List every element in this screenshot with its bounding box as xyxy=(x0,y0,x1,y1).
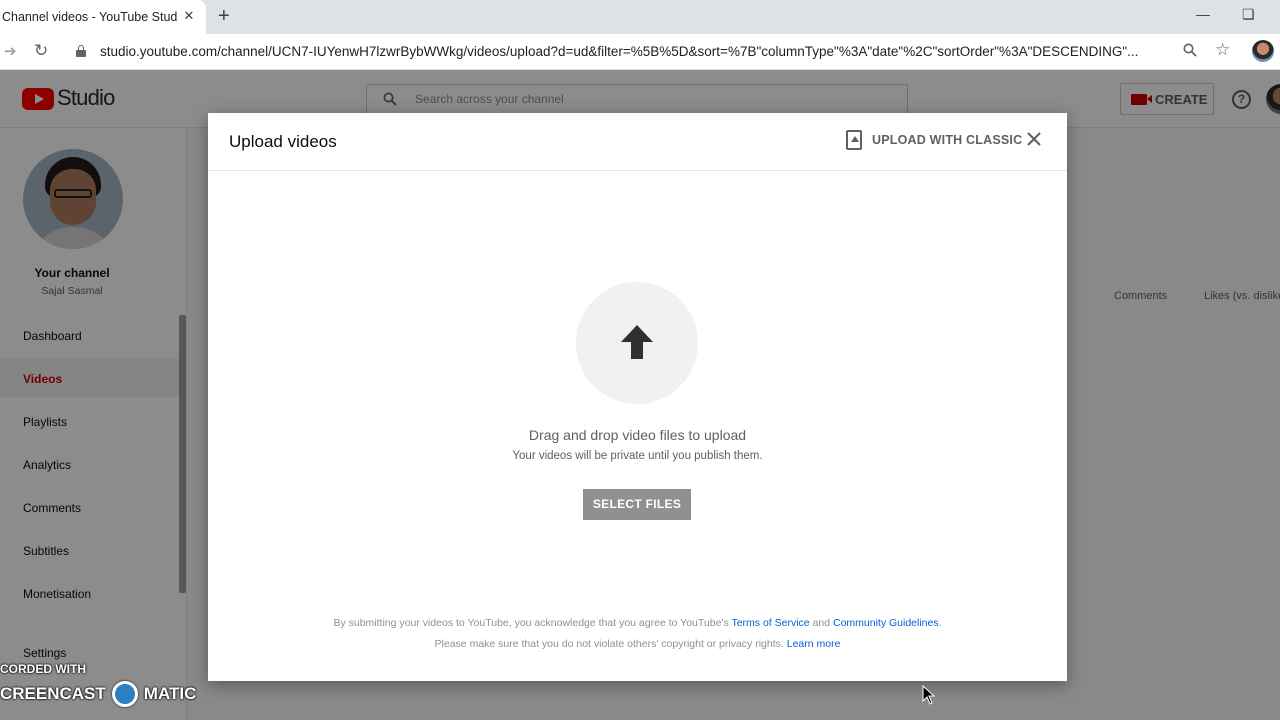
upload-dialog: Upload videos UPLOAD WITH CLASSIC Drag a… xyxy=(208,113,1067,681)
upload-with-classic-button[interactable]: UPLOAD WITH CLASSIC xyxy=(872,133,1022,147)
reload-icon[interactable]: ↻ xyxy=(34,41,48,61)
legal-text: and xyxy=(809,617,833,629)
bookmark-star-icon[interactable]: ☆ xyxy=(1215,40,1230,60)
tab-close-icon[interactable]: ✕ xyxy=(182,9,196,23)
upload-classic-icon[interactable] xyxy=(846,130,862,150)
watermark-text-left: CREENCAST xyxy=(0,684,106,703)
dialog-title: Upload videos xyxy=(229,132,337,151)
legal-notice-1: By submitting your videos to YouTube, yo… xyxy=(208,617,1067,629)
community-guidelines-link[interactable]: Community Guidelines xyxy=(833,617,939,629)
legal-text: . xyxy=(938,617,942,629)
learn-more-link[interactable]: Learn more xyxy=(787,638,841,650)
private-notice-text: Your videos will be private until you pu… xyxy=(512,450,763,462)
close-icon[interactable] xyxy=(1026,131,1042,147)
forward-icon[interactable]: ➔ xyxy=(4,42,17,60)
new-tab-icon[interactable]: + xyxy=(218,6,230,26)
lock-icon[interactable] xyxy=(76,45,86,57)
watermark-line-2: CREENCAST MATIC xyxy=(0,681,196,707)
mouse-cursor-icon xyxy=(922,685,936,705)
upload-arrow-icon xyxy=(621,325,653,359)
restore-icon[interactable]: ❏ xyxy=(1242,6,1255,23)
legal-text: Please make sure that you do not violate… xyxy=(434,638,787,650)
watermark-text-right: MATIC xyxy=(143,684,197,703)
address-bar: ➔ ↻ studio.youtube.com/channel/UCN7-IUYe… xyxy=(0,34,1280,70)
screencast-logo-icon xyxy=(111,681,138,707)
legal-text: By submitting your videos to YouTube, yo… xyxy=(333,617,732,629)
terms-of-service-link[interactable]: Terms of Service xyxy=(731,617,809,629)
select-files-button[interactable]: SELECT FILES xyxy=(583,489,691,520)
zoom-icon[interactable] xyxy=(1183,43,1197,57)
browser-tab[interactable]: Channel videos - YouTube Studio ✕ xyxy=(0,0,206,34)
browser-profile-avatar[interactable] xyxy=(1252,40,1274,62)
browser-tab-bar: Channel videos - YouTube Studio ✕ + — ❏ xyxy=(0,0,1280,34)
legal-notice-2: Please make sure that you do not violate… xyxy=(208,638,1067,650)
watermark-line-1: CORDED WITH xyxy=(0,662,86,676)
dialog-header: Upload videos UPLOAD WITH CLASSIC xyxy=(208,113,1067,171)
url-field[interactable]: studio.youtube.com/channel/UCN7-IUYenwH7… xyxy=(100,44,1168,59)
upload-drop-zone[interactable] xyxy=(576,282,698,404)
tab-title: Channel videos - YouTube Studio xyxy=(2,10,178,24)
minimize-icon[interactable]: — xyxy=(1196,6,1210,22)
drag-drop-text: Drag and drop video files to upload xyxy=(528,427,747,443)
